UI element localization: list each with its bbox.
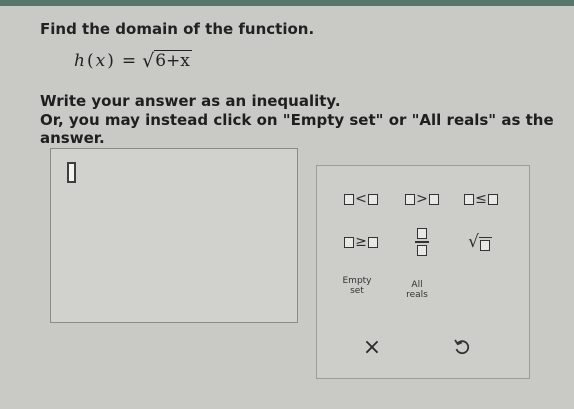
undo-icon <box>454 339 470 355</box>
empty-set-button[interactable]: Empty set <box>335 272 379 300</box>
greater-than-button[interactable]: > <box>400 186 444 212</box>
radicand: 6+x <box>154 50 192 71</box>
fraction-button[interactable] <box>405 226 439 258</box>
function-variable: x <box>95 50 106 71</box>
less-than-symbol: < <box>355 191 367 207</box>
instruction-line-2: Or, you may instead click on "Empty set"… <box>40 111 554 147</box>
square-root-expression: √ 6+x <box>142 50 192 71</box>
square-root-button[interactable]: √ <box>460 228 500 256</box>
function-expression: h ( x ) = √ 6+x <box>74 50 192 71</box>
function-name: h <box>74 50 85 71</box>
text-cursor <box>67 162 76 183</box>
all-reals-label-line1: All <box>411 280 423 290</box>
top-bar <box>0 0 574 6</box>
all-reals-button[interactable]: All reals <box>397 276 437 304</box>
placeholder-box-icon <box>344 193 355 205</box>
less-than-button[interactable]: < <box>339 186 383 212</box>
close-icon: × <box>362 334 382 360</box>
empty-set-label-line2: set <box>350 286 364 296</box>
placeholder-box-icon <box>487 193 498 205</box>
clear-button[interactable]: × <box>355 331 389 363</box>
placeholder-box-icon <box>464 193 475 205</box>
math-keypad: < > ≤ ≥ √ Empty set All reals × <box>316 165 530 379</box>
placeholder-box-icon <box>367 193 378 205</box>
open-paren: ( <box>86 50 94 71</box>
greater-equal-symbol: ≥ <box>355 234 367 250</box>
answer-input[interactable] <box>50 148 298 323</box>
close-paren: ) <box>107 50 114 71</box>
radical-icon: √ <box>142 50 155 73</box>
greater-than-or-equal-button[interactable]: ≥ <box>339 228 383 256</box>
placeholder-box-icon <box>367 236 378 248</box>
empty-set-label-line1: Empty <box>342 276 372 286</box>
greater-than-symbol: > <box>416 191 428 207</box>
equals-sign: = <box>121 50 137 71</box>
less-than-or-equal-button[interactable]: ≤ <box>457 186 505 212</box>
undo-button[interactable] <box>445 331 479 363</box>
all-reals-label-line2: reals <box>406 290 428 300</box>
less-equal-symbol: ≤ <box>475 191 487 207</box>
square-root-icon: √ <box>468 233 492 251</box>
placeholder-box-icon <box>428 193 439 205</box>
fraction-icon <box>415 228 429 256</box>
placeholder-box-icon <box>405 193 416 205</box>
instruction-line-1: Write your answer as an inequality. <box>40 92 341 110</box>
question-prompt: Find the domain of the function. <box>40 20 315 38</box>
placeholder-box-icon <box>344 236 355 248</box>
